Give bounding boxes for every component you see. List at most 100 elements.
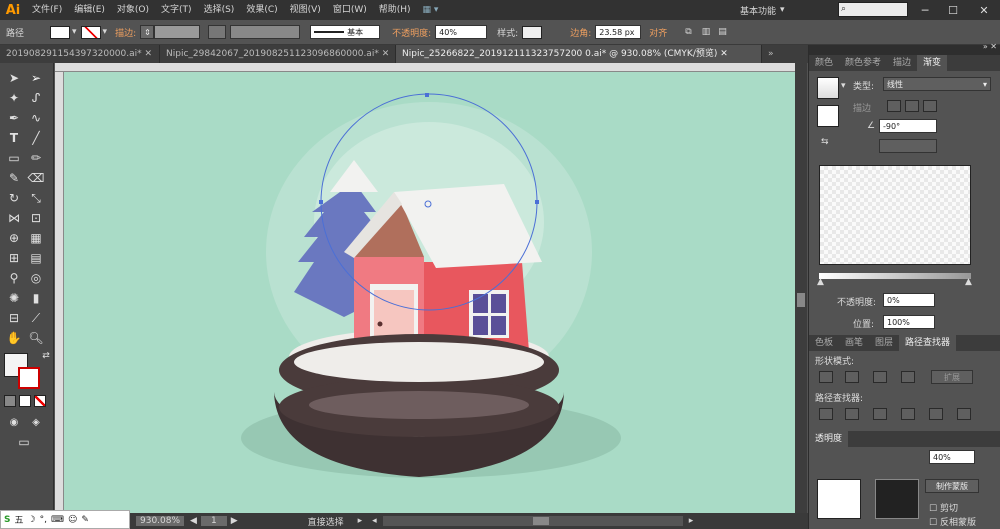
exclude-button[interactable] — [901, 371, 915, 383]
corner-radius-field[interactable]: 23.58 px — [595, 25, 642, 39]
tab-pathfinder[interactable]: 路径查找器 — [899, 335, 957, 351]
pencil-tool-icon[interactable]: ✎ — [4, 169, 24, 187]
vertical-scrollbar[interactable] — [795, 63, 807, 513]
line-tool-icon[interactable]: ╱ — [26, 129, 46, 147]
stroke-weight-field[interactable] — [154, 25, 201, 39]
tab-transparency[interactable]: 透明度 — [809, 431, 849, 447]
status-menu-icon[interactable]: ▸ — [358, 516, 363, 526]
more-tabs-icon[interactable]: » — [762, 45, 786, 63]
corner-label[interactable]: 边角: — [570, 26, 591, 39]
column-graph-tool-icon[interactable]: ▮ — [26, 289, 46, 307]
horizontal-ruler[interactable] — [55, 63, 795, 72]
gradient-stop-right[interactable]: ▲ — [965, 277, 972, 287]
align-label[interactable]: 对齐 — [649, 26, 667, 39]
menu-effect[interactable]: 效果(C) — [240, 0, 283, 20]
scroll-thumb[interactable] — [532, 517, 549, 525]
pen-tool-icon[interactable]: ✒ — [4, 109, 24, 127]
user-icon[interactable]: ☺ — [68, 515, 77, 525]
style-swatch[interactable] — [522, 25, 543, 39]
gradient-thumbnail[interactable] — [817, 77, 839, 99]
make-mask-button[interactable]: 制作蒙版 — [925, 479, 979, 493]
moon-icon[interactable]: ☽ — [28, 515, 36, 525]
outline-button[interactable] — [929, 408, 943, 420]
tab-swatches[interactable]: 色板 — [809, 335, 839, 351]
mesh-tool-icon[interactable]: ⊞ — [4, 249, 24, 267]
rotate-tool-icon[interactable]: ↻ — [4, 189, 24, 207]
menu-window[interactable]: 窗口(W) — [327, 0, 373, 20]
panel-menu-icon[interactable]: ▤ — [718, 27, 727, 37]
punctuation-icon[interactable]: °, — [40, 515, 47, 525]
stroke-gradient-option[interactable] — [905, 100, 919, 112]
scroll-right-icon[interactable]: ▸ — [689, 516, 694, 526]
stroke-gradient-option[interactable] — [887, 100, 901, 112]
tab-layers[interactable]: 图层 — [869, 335, 899, 351]
maximize-button[interactable]: ☐ — [940, 0, 966, 20]
gradient-preview[interactable] — [819, 165, 971, 265]
opacity-field[interactable]: 40% — [435, 25, 488, 39]
menu-type[interactable]: 文字(T) — [155, 0, 198, 20]
draw-inside-icon[interactable]: ◈ — [26, 413, 46, 431]
close-button[interactable]: ✕ — [968, 0, 1000, 20]
artboard-number[interactable]: 1 — [200, 516, 227, 526]
trim-button[interactable] — [845, 408, 859, 420]
stroke-color-box[interactable] — [18, 367, 40, 389]
screen-mode-icon[interactable]: ▭ — [14, 433, 34, 451]
variable-width-dropdown[interactable] — [208, 25, 227, 39]
tab-stroke[interactable]: 描边 — [887, 55, 917, 71]
anchor-point[interactable] — [425, 93, 429, 97]
draw-mode-icon[interactable]: ◉ — [4, 413, 24, 431]
gradient-slider[interactable] — [819, 273, 971, 279]
menu-help[interactable]: 帮助(H) — [373, 0, 417, 20]
artboard[interactable] — [64, 72, 795, 513]
scale-tool-icon[interactable]: ⤡ — [26, 189, 46, 207]
minus-back-button[interactable] — [957, 408, 971, 420]
shape-builder-tool-icon[interactable]: ⊕ — [4, 229, 24, 247]
eyedropper-tool-icon[interactable]: ⚲ — [4, 269, 24, 287]
mask-thumbnail[interactable] — [875, 479, 919, 519]
next-artboard-icon[interactable]: ▶ — [231, 516, 238, 526]
rectangle-tool-icon[interactable]: ▭ — [4, 149, 24, 167]
reverse-gradient-icon[interactable]: ⇆ — [821, 137, 829, 147]
gradient-type-dropdown[interactable]: 线性 ▾ — [883, 77, 991, 91]
angle-field[interactable]: -90° — [879, 119, 937, 133]
zoom-field[interactable]: 930.08% — [136, 516, 185, 526]
width-tool-icon[interactable]: ⋈ — [4, 209, 24, 227]
symbol-sprayer-tool-icon[interactable]: ✺ — [4, 289, 24, 307]
merge-button[interactable] — [873, 408, 887, 420]
object-thumbnail[interactable] — [817, 479, 861, 519]
stroke-gradient-option[interactable] — [923, 100, 937, 112]
opacity-label[interactable]: 不透明度: — [392, 26, 431, 39]
bridge-icon[interactable]: ▦ ▾ — [417, 0, 445, 20]
scroll-left-icon[interactable]: ◂ — [372, 516, 377, 526]
stop-opacity-field[interactable]: 0% — [883, 293, 935, 307]
panel-collapse-bar[interactable]: » ✕ — [809, 42, 1000, 55]
scroll-thumb[interactable] — [797, 293, 805, 307]
slice-tool-icon[interactable]: ⟋ — [26, 309, 46, 327]
tab-gradient[interactable]: 渐变 — [917, 55, 948, 71]
type-tool-icon[interactable]: T — [4, 129, 24, 147]
swap-fill-stroke-icon[interactable]: ⇄ — [36, 347, 56, 365]
ime-toolbar[interactable]: S 五 ☽ °, ⌨ ☺ ✎ — [0, 510, 130, 529]
tab-color[interactable]: 颜色 — [809, 55, 839, 71]
artboard-tool-icon[interactable]: ⊟ — [4, 309, 24, 327]
menu-edit[interactable]: 编辑(E) — [68, 0, 111, 20]
perspective-grid-tool-icon[interactable]: ▦ — [26, 229, 46, 247]
zoom-tool-icon[interactable]: 🔍︎ — [26, 329, 46, 347]
gradient-tool-icon[interactable]: ▤ — [26, 249, 46, 267]
anchor-point[interactable] — [319, 200, 323, 204]
stroke-swatch[interactable] — [80, 25, 101, 39]
prev-artboard-icon[interactable]: ◀ — [190, 516, 197, 526]
search-input[interactable]: ⌕ — [838, 2, 908, 17]
vertical-ruler[interactable] — [55, 72, 64, 513]
wrench-icon[interactable]: ✎ — [81, 515, 89, 525]
align-icon[interactable]: ▥ — [702, 27, 711, 37]
anchor-point[interactable] — [535, 200, 539, 204]
invert-mask-checkbox[interactable]: ☐ 反相蒙版 — [929, 515, 976, 528]
chevron-down-icon[interactable]: ▾ — [841, 81, 846, 91]
horizontal-scrollbar[interactable] — [382, 516, 683, 526]
document-tab[interactable]: 201908291154397320000.ai* ✕ — [0, 45, 160, 63]
minus-front-button[interactable] — [845, 371, 859, 383]
keyboard-icon[interactable]: ⌨ — [51, 515, 64, 525]
chevron-down-icon[interactable]: ▾ — [72, 27, 77, 37]
aspect-ratio-field[interactable] — [879, 139, 937, 153]
